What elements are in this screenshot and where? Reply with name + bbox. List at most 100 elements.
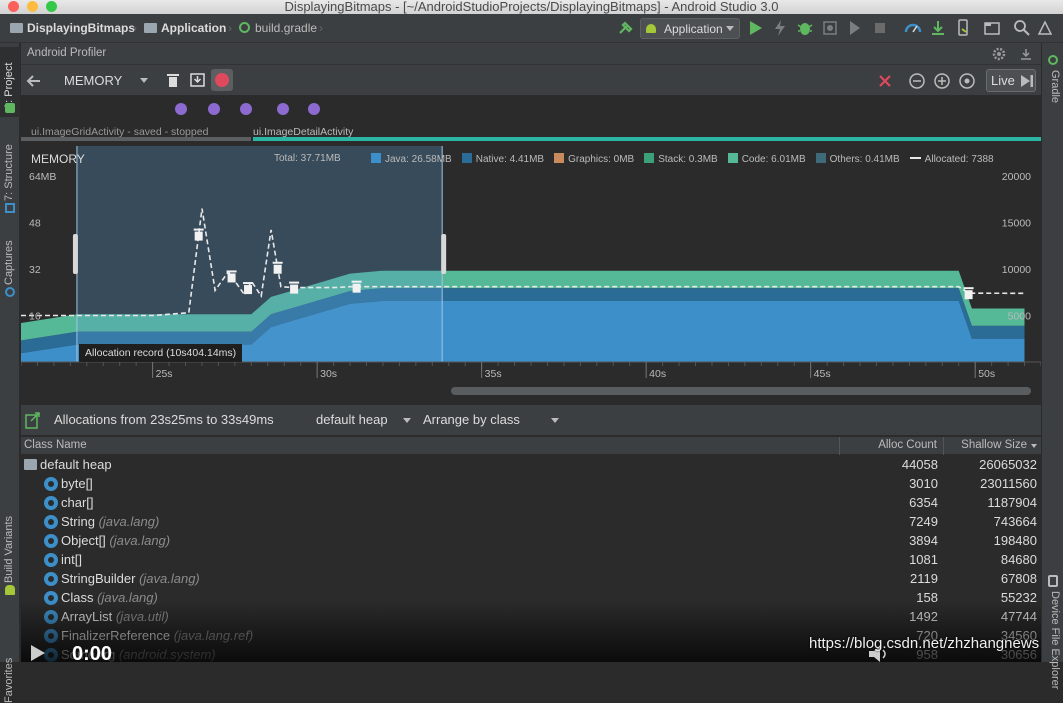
touch-event-marker[interactable] bbox=[175, 103, 187, 115]
close-window-button[interactable] bbox=[8, 1, 19, 12]
legend-item: Allocated: 7388 bbox=[909, 154, 994, 165]
left-axis-tick-label: 48 bbox=[29, 218, 41, 230]
touch-event-marker[interactable] bbox=[240, 103, 252, 115]
gc-event-icon[interactable] bbox=[351, 280, 362, 293]
allocation-record-tooltip: Allocation record (10s404.14ms) bbox=[79, 344, 243, 362]
stop-session-x-icon[interactable] bbox=[877, 73, 893, 89]
timeline-scrollbar-thumb[interactable] bbox=[451, 387, 1031, 395]
alloc-count-cell: 6354 bbox=[909, 495, 938, 510]
chevron-down-icon bbox=[403, 418, 411, 423]
project-structure-icon[interactable] bbox=[983, 19, 1001, 37]
captures-tool-tab[interactable]: Captures bbox=[3, 240, 15, 285]
coverage-icon[interactable] bbox=[846, 19, 864, 37]
breadcrumb-separator-icon: › bbox=[133, 21, 137, 35]
zoom-out-icon[interactable] bbox=[908, 72, 926, 90]
run-configuration-select[interactable]: Application bbox=[640, 18, 740, 39]
legend-swatch bbox=[644, 153, 655, 163]
table-row[interactable]: int[] 1081 84680 bbox=[21, 550, 1041, 569]
monitor-select[interactable]: MEMORY bbox=[57, 70, 153, 91]
allocation-selection-range[interactable] bbox=[76, 146, 443, 362]
breadcrumb-module[interactable]: Application bbox=[144, 21, 226, 35]
favorites-tool-tab[interactable]: Favorites bbox=[3, 658, 15, 703]
gc-event-icon[interactable] bbox=[272, 261, 283, 274]
column-divider bbox=[943, 437, 944, 455]
gc-event-icon[interactable] bbox=[193, 228, 204, 241]
profiler-gauge-icon[interactable] bbox=[904, 19, 922, 37]
heap-icon bbox=[24, 459, 37, 470]
memory-chart[interactable]: 64MB 48 32 16 20000 15000 10000 5000 25s 30s 35s 4… bbox=[21, 146, 1041, 381]
zoom-window-button[interactable] bbox=[46, 1, 57, 12]
class-icon bbox=[44, 477, 58, 491]
table-row[interactable]: Class (java.lang) 158 55232 bbox=[21, 588, 1041, 607]
debug-bug-icon[interactable] bbox=[796, 19, 814, 37]
column-divider bbox=[839, 437, 840, 455]
video-play-icon[interactable] bbox=[30, 644, 46, 662]
arrange-select[interactable]: Arrange by class bbox=[418, 410, 563, 431]
touch-event-marker[interactable] bbox=[308, 103, 320, 115]
settings-gear-icon[interactable] bbox=[991, 46, 1007, 62]
record-allocations-button[interactable] bbox=[211, 69, 233, 91]
gradle-icon bbox=[239, 22, 250, 33]
class-name-cell: Object[] (java.lang) bbox=[61, 531, 170, 550]
minimize-window-button[interactable] bbox=[27, 1, 38, 12]
reset-zoom-icon[interactable] bbox=[958, 72, 976, 90]
zoom-in-icon[interactable] bbox=[933, 72, 951, 90]
table-row[interactable]: String (java.lang) 7249 743664 bbox=[21, 512, 1041, 531]
gc-event-icon[interactable] bbox=[226, 270, 237, 283]
sdk-manager-icon[interactable] bbox=[1036, 19, 1054, 37]
export-icon[interactable] bbox=[25, 412, 41, 430]
gradle-tool-tab[interactable]: Gradle bbox=[1049, 70, 1061, 103]
android-icon bbox=[646, 24, 656, 33]
make-project-hammer-icon[interactable] bbox=[617, 19, 635, 37]
table-row[interactable]: StringBuilder (java.lang) 2119 67808 bbox=[21, 569, 1041, 588]
selection-right-handle[interactable] bbox=[441, 234, 447, 274]
chevron-down-icon bbox=[551, 418, 559, 423]
activity-bar-image-grid[interactable] bbox=[21, 137, 251, 141]
breadcrumb-file[interactable]: build.gradle bbox=[239, 21, 317, 35]
device-file-explorer-tab[interactable]: Device File Explorer bbox=[1049, 591, 1061, 689]
attach-debugger-icon[interactable] bbox=[821, 19, 839, 37]
left-axis-tick-label: 32 bbox=[29, 264, 41, 276]
hide-panel-icon[interactable] bbox=[1018, 46, 1034, 62]
heap-root-row[interactable]: default heap 44058 26065032 bbox=[21, 455, 1041, 474]
stop-icon[interactable] bbox=[871, 19, 889, 37]
apply-changes-lightning-icon[interactable] bbox=[771, 19, 789, 37]
search-icon[interactable] bbox=[1013, 19, 1031, 37]
column-header-alloc-count[interactable]: Alloc Count bbox=[878, 439, 937, 451]
live-button[interactable]: Live bbox=[986, 69, 1036, 92]
gc-event-icon[interactable] bbox=[289, 281, 300, 294]
touch-event-marker[interactable] bbox=[208, 103, 220, 115]
shallow-size-cell: 55232 bbox=[1000, 590, 1037, 605]
gc-event-icon[interactable] bbox=[963, 287, 974, 300]
heap-select[interactable]: default heap bbox=[311, 410, 414, 431]
selection-left-handle[interactable] bbox=[72, 234, 78, 274]
avd-manager-icon[interactable] bbox=[954, 19, 972, 37]
activity-bar-image-detail[interactable] bbox=[253, 137, 1041, 141]
breadcrumb-separator-icon: › bbox=[228, 21, 232, 35]
table-row[interactable]: ArrayList (java.util) 1492 47744 bbox=[21, 607, 1041, 626]
arrange-select-label: Arrange by class bbox=[423, 412, 520, 427]
column-header-class-name[interactable]: Class Name bbox=[24, 439, 87, 451]
back-arrow-icon[interactable] bbox=[25, 72, 43, 90]
gc-event-icon[interactable] bbox=[243, 282, 254, 295]
column-header-shallow-size[interactable]: Shallow Size bbox=[961, 439, 1027, 451]
build-variants-tool-tab[interactable]: Build Variants bbox=[3, 516, 15, 583]
class-icon bbox=[44, 553, 58, 567]
sync-gradle-icon[interactable] bbox=[929, 19, 947, 37]
timeline-scroll-row bbox=[21, 381, 1041, 401]
run-play-icon[interactable] bbox=[746, 19, 764, 37]
class-name: FinalizerReference bbox=[61, 628, 171, 643]
legend-swatch bbox=[371, 153, 381, 163]
table-row[interactable]: byte[] 3010 23011560 bbox=[21, 474, 1041, 493]
table-row[interactable]: Object[] (java.lang) 3894 198480 bbox=[21, 531, 1041, 550]
legend-item: Native: 4.41MB bbox=[461, 153, 545, 165]
legend-item: Java: 26.58MB bbox=[371, 153, 452, 165]
force-gc-trash-icon[interactable] bbox=[165, 72, 181, 88]
table-row[interactable]: char[] 6354 1187904 bbox=[21, 493, 1041, 512]
touch-event-marker[interactable] bbox=[277, 103, 289, 115]
legend-label: Native: 4.41MB bbox=[475, 154, 545, 165]
dump-heap-icon[interactable] bbox=[189, 71, 207, 89]
structure-tool-tab[interactable]: 7: Structure bbox=[3, 144, 15, 201]
record-dot-icon bbox=[215, 73, 229, 87]
breadcrumb-project[interactable]: DisplayingBitmaps bbox=[10, 21, 135, 35]
